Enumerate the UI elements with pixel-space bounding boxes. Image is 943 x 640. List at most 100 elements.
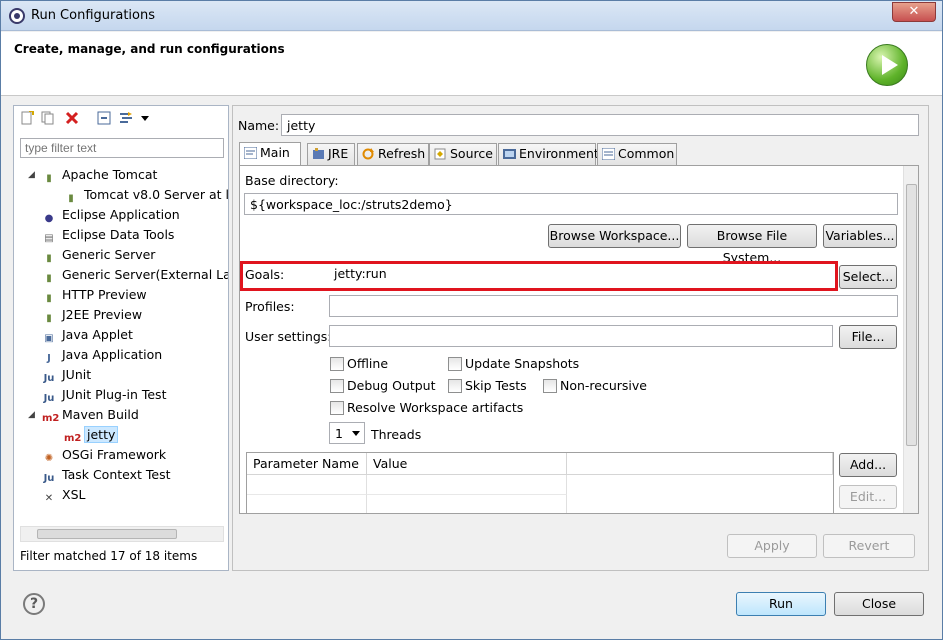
run-button[interactable]: Run bbox=[736, 592, 826, 616]
tree-item-label: Apache Tomcat bbox=[62, 167, 158, 182]
filter-config-icon[interactable] bbox=[119, 111, 133, 125]
tab-environment[interactable]: Environment bbox=[498, 143, 599, 165]
filter-input[interactable] bbox=[20, 138, 224, 158]
window-close-button[interactable]: ✕ bbox=[892, 2, 936, 22]
base-directory-field[interactable]: ${workspace_loc:/struts2demo} bbox=[244, 193, 898, 215]
revert-button[interactable]: Revert bbox=[823, 534, 915, 558]
osgi-icon: ✺ bbox=[44, 453, 54, 464]
tree-item[interactable]: Ju JUnit Plug-in Test bbox=[42, 387, 167, 405]
name-label: Name: bbox=[238, 118, 280, 133]
scrollbar-thumb[interactable] bbox=[37, 529, 177, 539]
threads-select[interactable]: 1 bbox=[329, 422, 365, 444]
tree-item-label: XSL bbox=[62, 487, 86, 502]
tree-item-label: JUnit Plug-in Test bbox=[62, 387, 167, 402]
duplicate-icon[interactable] bbox=[41, 111, 55, 125]
tree-item[interactable]: ▮ Tomcat v8.0 Server at lo bbox=[64, 187, 228, 205]
maven-icon: m2 bbox=[64, 433, 82, 444]
edit-parameter-button[interactable]: Edit... bbox=[839, 485, 897, 509]
table-cell[interactable] bbox=[367, 475, 567, 495]
non-recursive-checkbox[interactable]: Non-recursive bbox=[543, 379, 647, 393]
tab-label: Source bbox=[450, 146, 493, 161]
tree-item-label: J2EE Preview bbox=[62, 307, 143, 322]
tree-item-label: JUnit bbox=[62, 367, 92, 382]
browse-file-system-button[interactable]: Browse File System... bbox=[687, 224, 817, 265]
tab-refresh[interactable]: Refresh bbox=[357, 143, 429, 165]
tree-expand-icon[interactable]: ◢ bbox=[28, 410, 38, 420]
configuration-list-panel: ◢ ▮ Apache Tomcat ▮ Tomcat v8.0 Server at lo… bbox=[13, 105, 229, 571]
base-directory-label: Base directory: bbox=[245, 173, 339, 188]
tree-item[interactable]: ▣ Java Applet bbox=[42, 327, 133, 345]
server-icon: ▮ bbox=[46, 253, 52, 264]
name-field[interactable]: jetty bbox=[281, 114, 919, 136]
threads-value: 1 bbox=[335, 426, 343, 441]
tree-item[interactable]: ▮ Generic Server(External Lau bbox=[42, 267, 228, 285]
tree-item[interactable]: ▤ Eclipse Data Tools bbox=[42, 227, 174, 245]
help-icon[interactable]: ? bbox=[23, 593, 45, 615]
tree-item[interactable]: ▮ Apache Tomcat bbox=[42, 167, 157, 185]
environment-icon bbox=[503, 149, 516, 159]
tomcat-icon: ▮ bbox=[46, 173, 52, 184]
tree-horizontal-scrollbar[interactable] bbox=[20, 526, 224, 542]
run-configurations-window: Run Configurations ✕ Create, manage, and… bbox=[0, 0, 943, 640]
dialog-header: Create, manage, and run configurations bbox=[1, 32, 942, 96]
browse-workspace-button[interactable]: Browse Workspace... bbox=[548, 224, 681, 248]
tree-item-label: Generic Server(External Lau bbox=[62, 267, 228, 282]
add-parameter-button[interactable]: Add... bbox=[839, 453, 897, 477]
database-icon: ▤ bbox=[44, 233, 54, 244]
junit-icon: Ju bbox=[43, 373, 55, 384]
eclipse-icon: ● bbox=[44, 213, 54, 224]
debug-output-checkbox[interactable]: Debug Output bbox=[330, 379, 436, 393]
user-settings-field[interactable] bbox=[329, 325, 833, 347]
table-cell[interactable] bbox=[247, 495, 367, 513]
parameter-table[interactable]: Parameter Name Value bbox=[246, 452, 834, 513]
column-header-parameter-name[interactable]: Parameter Name bbox=[247, 453, 367, 475]
tree-item[interactable]: ✕ XSL bbox=[42, 487, 86, 505]
close-button[interactable]: Close bbox=[834, 592, 924, 616]
select-goals-button[interactable]: Select... bbox=[839, 265, 897, 289]
tree-item[interactable]: Ju JUnit bbox=[42, 367, 92, 385]
tab-source[interactable]: Source bbox=[429, 143, 497, 165]
skip-tests-checkbox[interactable]: Skip Tests bbox=[448, 379, 527, 393]
tree-item[interactable]: ▮ J2EE Preview bbox=[42, 307, 142, 325]
tree-expand-icon[interactable]: ◢ bbox=[28, 170, 38, 180]
configuration-tree: ◢ ▮ Apache Tomcat ▮ Tomcat v8.0 Server at lo… bbox=[14, 164, 228, 526]
tree-item-label: Eclipse Data Tools bbox=[62, 227, 175, 242]
tab-label: Refresh bbox=[378, 146, 426, 161]
scrollbar-thumb[interactable] bbox=[906, 184, 917, 446]
profiles-field[interactable] bbox=[329, 295, 898, 317]
main-tab-vertical-scrollbar[interactable] bbox=[903, 166, 918, 513]
tab-jre[interactable]: JRE bbox=[307, 143, 355, 165]
tree-item[interactable]: J Java Application bbox=[42, 347, 162, 365]
tree-item[interactable]: ✺ OSGi Framework bbox=[42, 447, 166, 465]
column-header-value[interactable]: Value bbox=[367, 453, 567, 475]
tree-item-label: jetty bbox=[84, 426, 119, 443]
tree-item[interactable]: ● Eclipse Application bbox=[42, 207, 180, 225]
header-title: Create, manage, and run configurations bbox=[14, 42, 285, 56]
new-config-icon[interactable] bbox=[20, 111, 34, 125]
update-snapshots-checkbox[interactable]: Update Snapshots bbox=[448, 357, 579, 371]
file-button[interactable]: File... bbox=[839, 325, 897, 349]
run-icon bbox=[866, 44, 908, 86]
refresh-icon bbox=[362, 148, 374, 160]
title-bar: Run Configurations ✕ bbox=[1, 1, 942, 31]
resolve-workspace-checkbox[interactable]: Resolve Workspace artifacts bbox=[330, 401, 523, 415]
collapse-all-icon[interactable] bbox=[97, 111, 111, 125]
offline-checkbox[interactable]: Offline bbox=[330, 357, 388, 371]
table-cell[interactable] bbox=[367, 495, 567, 513]
apply-button[interactable]: Apply bbox=[727, 534, 817, 558]
tab-common[interactable]: Common bbox=[597, 143, 677, 165]
chevron-down-icon[interactable] bbox=[140, 111, 150, 125]
tree-item[interactable]: m2 jetty bbox=[64, 426, 119, 445]
tree-item-label: Tomcat v8.0 Server at lo bbox=[84, 187, 228, 202]
server-icon: ▮ bbox=[46, 313, 52, 324]
table-cell[interactable] bbox=[247, 475, 367, 495]
tree-item[interactable]: Ju Task Context Test bbox=[42, 467, 171, 485]
tab-main[interactable]: Main bbox=[239, 142, 301, 165]
tree-item[interactable]: ▮ Generic Server bbox=[42, 247, 155, 265]
server-icon: ▮ bbox=[46, 273, 52, 284]
tree-item[interactable]: m2 Maven Build bbox=[42, 407, 139, 425]
window-title: Run Configurations bbox=[31, 8, 155, 23]
variables-button[interactable]: Variables... bbox=[823, 224, 897, 248]
tree-item[interactable]: ▮ HTTP Preview bbox=[42, 287, 146, 305]
delete-icon[interactable] bbox=[65, 111, 79, 125]
